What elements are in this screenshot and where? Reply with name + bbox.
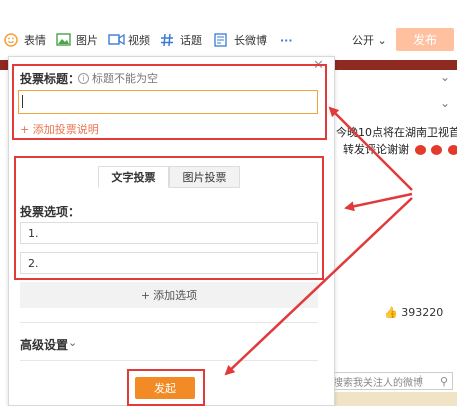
publish-button[interactable]: 发布	[396, 28, 454, 51]
divider	[20, 360, 318, 361]
like-count[interactable]: 👍 393220	[384, 306, 443, 319]
long-post-button[interactable]: 长微博	[214, 31, 267, 49]
add-description-label: 添加投票说明	[32, 123, 99, 136]
image-button[interactable]: 图片	[56, 31, 98, 49]
tab-text-poll[interactable]: 文字投票	[98, 166, 169, 188]
more-button[interactable]: ···	[280, 31, 293, 49]
info-icon: i	[78, 72, 89, 84]
poll-title-input[interactable]	[18, 90, 318, 114]
chevron-down-icon: ⌄	[377, 34, 387, 47]
image-label: 图片	[76, 34, 98, 47]
plus-icon: +	[20, 123, 30, 136]
image-icon	[56, 33, 72, 47]
emoji-label: 表情	[24, 34, 46, 47]
poll-option-number: 2.	[28, 256, 39, 270]
poll-type-tabs: 文字投票 图片投票	[98, 166, 240, 188]
chevron-down-icon[interactable]: ⌄	[440, 70, 450, 84]
smile-icon	[4, 33, 20, 47]
heart-icon	[414, 145, 426, 155]
feed-post-text-line2: 转发评论谢谢	[343, 143, 409, 156]
more-icon: ···	[280, 33, 293, 47]
hashtag-icon	[160, 33, 176, 47]
poll-title-label: 投票标题：	[20, 72, 81, 86]
like-count-value: 393220	[401, 306, 444, 319]
visibility-label: 公开	[352, 34, 374, 47]
poll-title-hint-text: 标题不能为空	[92, 72, 158, 85]
tab-image-poll[interactable]: 图片投票	[169, 166, 240, 188]
text-caret	[22, 95, 23, 108]
visibility-dropdown[interactable]: 公开 ⌄	[352, 32, 387, 48]
search-placeholder: 搜索我关注人的微博	[333, 377, 423, 389]
feed-post-text: 今晚10点将在湖南卫视首	[336, 126, 457, 139]
poll-option-input-2[interactable]: 2.	[20, 252, 318, 274]
launch-poll-button[interactable]: 发起	[135, 377, 195, 399]
thumbs-up-icon: 👍	[384, 306, 398, 319]
advanced-settings-toggle[interactable]: 高级设置	[20, 336, 68, 353]
arrow-to-options	[344, 192, 413, 212]
emoji-button[interactable]: 表情	[4, 31, 46, 49]
add-option-label: 添加选项	[153, 289, 198, 302]
publish-toolbar: 表情 图片 视频 话题 长微博 ··· 公开 ⌄ 发布	[0, 26, 457, 54]
poll-option-input-1[interactable]: 1.	[20, 222, 318, 244]
heart-icon	[447, 145, 457, 155]
chevron-down-icon[interactable]: ⌄	[440, 96, 450, 110]
divider	[20, 322, 318, 323]
video-icon	[108, 33, 125, 47]
poll-title-hint: i 标题不能为空	[78, 70, 158, 86]
poll-options-label: 投票选项：	[20, 205, 81, 219]
long-post-label: 长微博	[234, 34, 267, 47]
feed-post-text-2: 转发评论谢谢	[343, 141, 457, 157]
heart-icon	[431, 145, 442, 155]
search-input[interactable]: 搜索我关注人的微博 ⚲	[326, 372, 453, 390]
topic-button[interactable]: 话题	[160, 31, 202, 49]
chevron-down-icon[interactable]: ⌄	[68, 336, 77, 349]
video-button[interactable]: 视频	[108, 31, 150, 49]
plus-icon: +	[140, 288, 151, 302]
video-label: 视频	[128, 34, 150, 47]
add-description-link[interactable]: + 添加投票说明	[20, 121, 99, 137]
add-option-button[interactable]: + 添加选项	[20, 282, 318, 308]
poll-option-number: 1.	[28, 226, 39, 240]
divider	[420, 375, 421, 385]
search-icon[interactable]: ⚲	[440, 375, 448, 388]
feed-background-bottom	[320, 392, 457, 406]
topic-label: 话题	[180, 34, 202, 47]
long-post-icon	[214, 33, 230, 47]
